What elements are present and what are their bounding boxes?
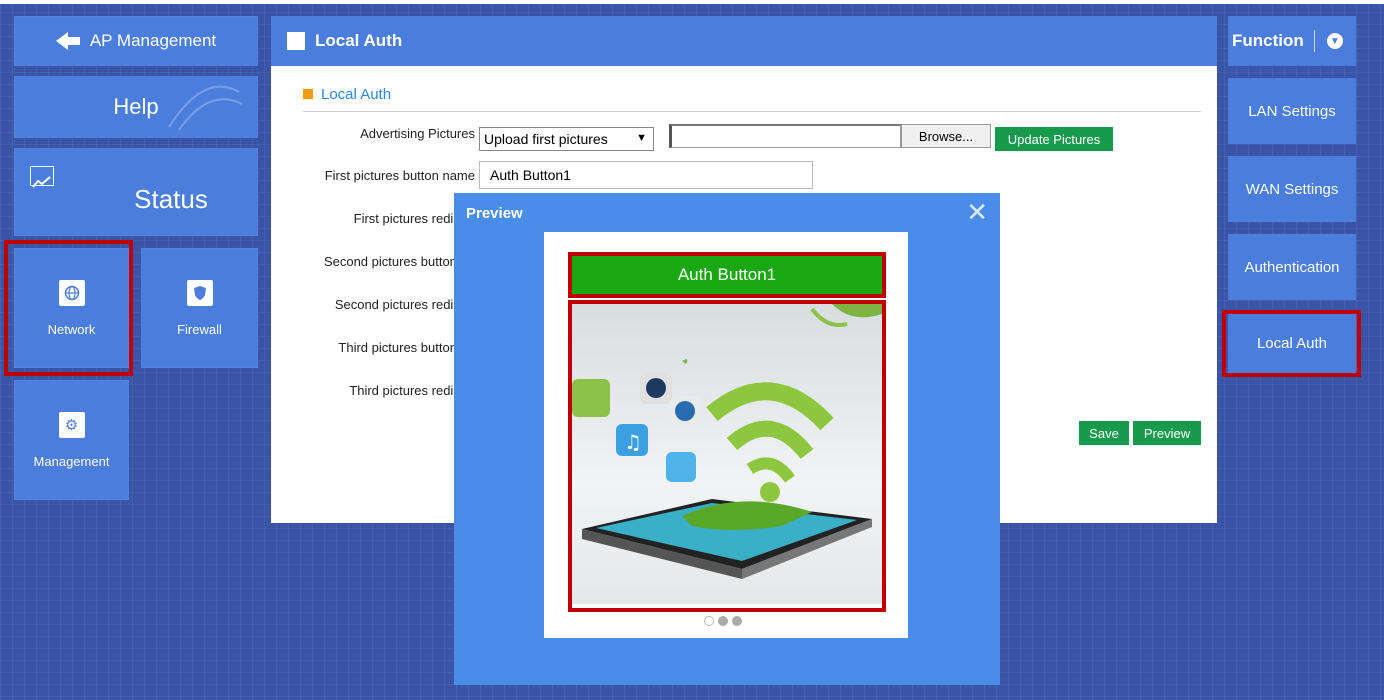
update-pictures-button[interactable]: Update Pictures: [995, 127, 1113, 151]
ap-management-button[interactable]: AP Management: [14, 16, 258, 66]
chevron-down-icon: ▼: [636, 132, 647, 144]
save-button-label: Save: [1089, 425, 1119, 441]
save-button[interactable]: Save: [1079, 421, 1129, 445]
modal-title: Preview: [466, 205, 523, 222]
chevron-down-icon: ▼: [1326, 33, 1343, 49]
page-title: Local Auth: [315, 31, 403, 50]
local-auth-label: Local Auth: [1256, 334, 1328, 352]
pictures-select[interactable]: Upload first pictures ▼: [479, 127, 654, 151]
third-redirect-label: Third pictures redirect: [349, 383, 475, 398]
update-pictures-label: Update Pictures: [1007, 131, 1101, 147]
shield-icon: [186, 279, 213, 306]
tablet-wifi-illustration: ♫: [572, 304, 882, 579]
management-label: Management: [33, 453, 110, 469]
file-path-input[interactable]: [669, 124, 901, 148]
arrow-left-icon: [55, 32, 80, 50]
preview-modal: Preview ✕ Auth Button1 ♫: [454, 193, 1000, 685]
function-menu[interactable]: Function ▼: [1228, 16, 1356, 66]
pictures-select-value: Upload first pictures: [484, 131, 608, 147]
firewall-label: Firewall: [177, 321, 222, 337]
lan-settings-item[interactable]: LAN Settings: [1228, 78, 1356, 144]
second-button-name-label: Second pictures button na: [323, 254, 475, 269]
network-label: Network: [47, 321, 96, 337]
top-border: [0, 0, 1384, 4]
help-tile[interactable]: Help: [14, 76, 258, 138]
carousel-dots: [704, 616, 742, 626]
preview-button[interactable]: Preview: [1133, 421, 1201, 445]
svg-text:♫: ♫: [624, 430, 642, 454]
browse-button[interactable]: Browse...: [901, 124, 991, 148]
status-tile[interactable]: Status: [14, 148, 258, 236]
authentication-label: Authentication: [1244, 258, 1340, 276]
section-bullet-icon: [303, 89, 313, 99]
globe-icon: [58, 279, 85, 306]
network-tile[interactable]: Network: [14, 248, 129, 368]
ap-management-label: AP Management: [89, 31, 217, 50]
second-redirect-label: Second pictures redirect: [334, 297, 475, 312]
first-button-name-label: First pictures button name: [324, 168, 475, 183]
carousel-dot[interactable]: [704, 616, 714, 626]
wan-settings-label: WAN Settings: [1245, 180, 1339, 198]
preview-content: Auth Button1 ♫: [544, 232, 908, 638]
firewall-tile[interactable]: Firewall: [141, 248, 258, 368]
close-icon[interactable]: ✕: [966, 199, 988, 225]
help-label: Help: [113, 94, 159, 119]
authentication-item[interactable]: Authentication: [1228, 234, 1356, 300]
carousel-dot[interactable]: [732, 616, 742, 626]
advertising-pictures-label: Advertising Pictures: [360, 126, 475, 141]
section-title-label: Local Auth: [321, 86, 392, 103]
browse-button-label: Browse...: [918, 128, 974, 144]
gear-icon: ⚙: [58, 411, 85, 438]
function-label: Function: [1232, 31, 1304, 50]
first-redirect-label: First pictures redirect: [353, 211, 475, 226]
first-button-name-input[interactable]: Auth Button1: [479, 161, 813, 189]
status-label: Status: [134, 183, 208, 214]
function-separator: [1313, 30, 1315, 52]
page-header: Local Auth: [271, 16, 1217, 66]
section-title: Local Auth: [303, 86, 1201, 112]
help-decoration-icon: [168, 85, 243, 131]
auth-button[interactable]: Auth Button1: [572, 256, 882, 294]
management-tile[interactable]: ⚙ Management: [14, 380, 129, 500]
third-button-name-label: Third pictures button na: [338, 340, 475, 355]
auth-button-label: Auth Button1: [677, 265, 777, 284]
lan-settings-label: LAN Settings: [1248, 102, 1336, 120]
chart-icon: [30, 166, 54, 188]
local-auth-item[interactable]: Local Auth: [1228, 312, 1356, 374]
wan-settings-item[interactable]: WAN Settings: [1228, 156, 1356, 222]
preview-button-label: Preview: [1143, 425, 1191, 441]
header-square-icon: [287, 32, 305, 50]
carousel-dot[interactable]: [718, 616, 728, 626]
advertising-image: ♫: [572, 304, 882, 604]
